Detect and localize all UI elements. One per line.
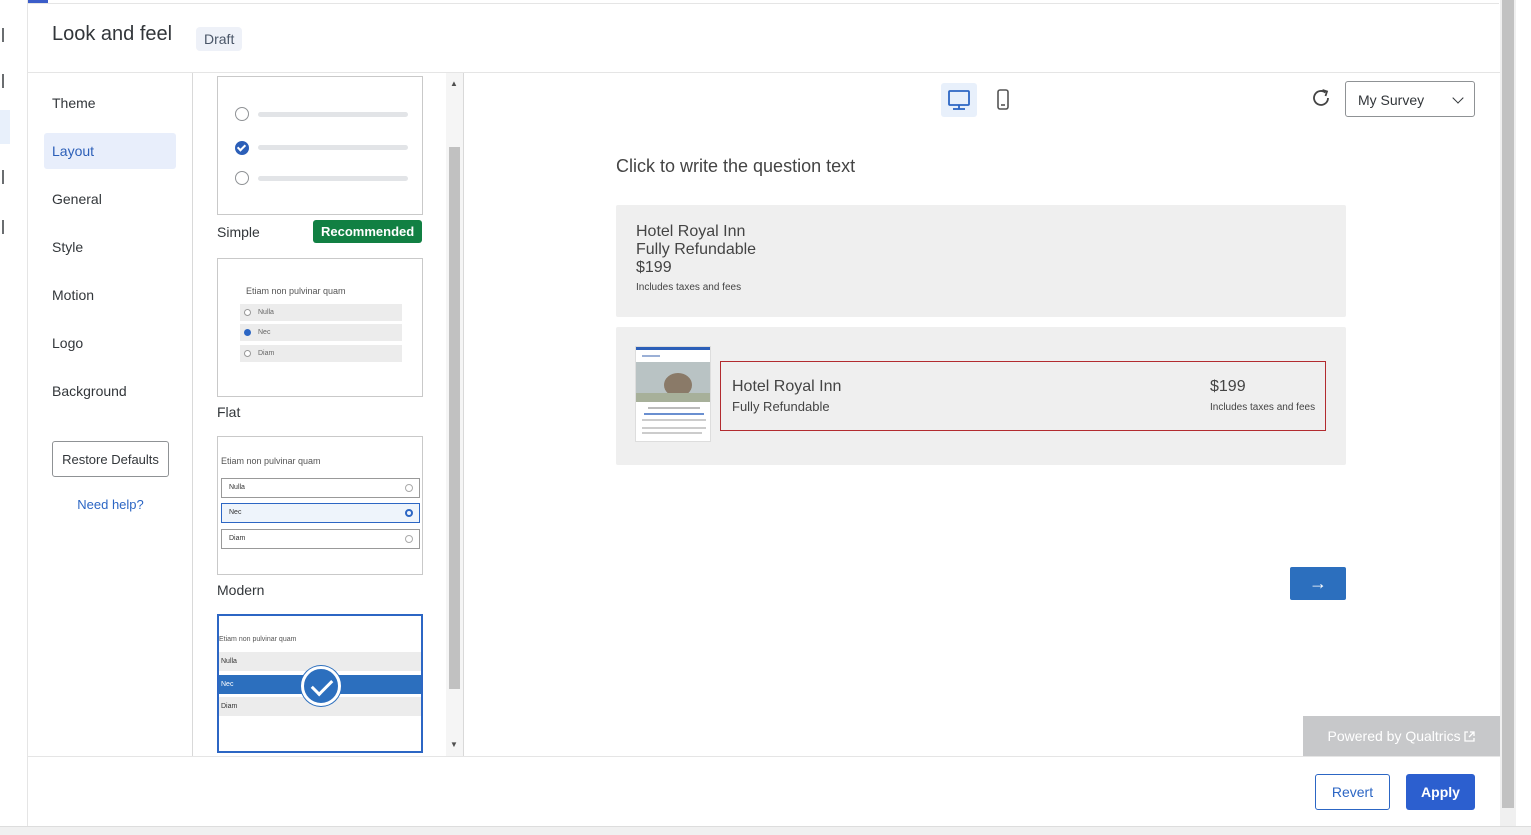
question-text[interactable]: Click to write the question text — [616, 156, 855, 177]
modern-option-label: Diam — [229, 535, 246, 542]
radio-checked-icon — [244, 329, 251, 336]
hotel-summary-box: Hotel Royal Inn Fully Refundable $199 In… — [720, 361, 1326, 431]
need-help-link[interactable]: Need help? — [52, 497, 169, 512]
placeholder-bar — [258, 145, 408, 150]
choices-scrollbar[interactable]: ▲ ▼ — [446, 73, 463, 756]
powered-by-text: Powered by Qualtrics — [1327, 728, 1461, 744]
restore-defaults-button[interactable]: Restore Defaults — [52, 441, 169, 477]
bottom-scrollbar — [0, 826, 1531, 835]
powered-by-link[interactable]: Powered by Qualtrics — [1303, 716, 1500, 756]
selected-check-icon — [301, 666, 341, 706]
radio-icon — [405, 484, 413, 492]
rail-icon-look-and-feel[interactable] — [0, 110, 10, 144]
nav-item-style[interactable]: Style — [44, 229, 176, 265]
layout-label-flat: Flat — [217, 404, 241, 420]
hotel-refund: Fully Refundable — [732, 399, 830, 414]
status-badge: Draft — [196, 27, 243, 51]
placeholder-bar — [258, 112, 408, 117]
answer-option-2[interactable]: Hotel Royal Inn Fully Refundable $199 In… — [616, 327, 1346, 465]
option1-line3: $199 — [636, 259, 672, 276]
page-title: Look and feel — [52, 23, 173, 45]
flat-question: Etiam non pulvinar quam — [246, 286, 346, 296]
option1-line2: Fully Refundable — [636, 241, 757, 258]
modern-option-label: Nulla — [229, 484, 245, 491]
panel-header: Look and feel Draft — [28, 4, 1500, 73]
rail-icon-1[interactable] — [0, 28, 4, 42]
flat-option: Nulla — [240, 304, 402, 321]
flat-option-label: Diam — [258, 350, 275, 357]
nav-item-general[interactable]: General — [44, 181, 176, 217]
survey-preview: My Survey Click to write the question te… — [464, 73, 1500, 756]
layout-label-simple: Simple — [217, 224, 260, 240]
option1-note: Includes taxes and fees — [636, 282, 742, 293]
nav-item-motion[interactable]: Motion — [44, 277, 176, 313]
radio-icon — [244, 309, 251, 316]
scroll-down-icon[interactable]: ▼ — [450, 740, 458, 749]
hotel-name: Hotel Royal Inn — [732, 378, 842, 395]
flat-option-label: Nec — [258, 329, 271, 336]
mobile-view-button[interactable] — [985, 83, 1021, 117]
page-scroll-thumb[interactable] — [1502, 0, 1514, 808]
refresh-icon — [1313, 89, 1329, 106]
nav-item-logo[interactable]: Logo — [44, 325, 176, 361]
nav-item-layout[interactable]: Layout — [44, 133, 176, 169]
survey-select[interactable]: My Survey — [1345, 81, 1475, 117]
option1-line1: Hotel Royal Inn — [636, 223, 746, 240]
mobile-icon — [997, 89, 1009, 110]
refresh-button[interactable] — [1310, 87, 1332, 109]
rail-icon-5[interactable] — [0, 220, 4, 234]
hotel-price: $199 — [1210, 378, 1246, 395]
modern-option-label: Nec — [229, 509, 242, 516]
classic-question: Etiam non pulvinar quam — [219, 636, 297, 643]
answer-option-1[interactable]: Hotel Royal Inn Fully Refundable $199 In… — [616, 205, 1346, 317]
survey-select-value: My Survey — [1358, 92, 1425, 108]
scroll-thumb[interactable] — [449, 147, 460, 689]
radio-icon — [244, 350, 251, 357]
next-button[interactable]: → — [1290, 567, 1346, 600]
chevron-down-icon — [1452, 92, 1464, 104]
modern-option: Diam — [221, 529, 420, 549]
revert-button[interactable]: Revert — [1315, 774, 1390, 810]
rail-icon-2[interactable] — [0, 74, 4, 88]
nav-item-background[interactable]: Background — [44, 373, 176, 409]
modern-option: Nec — [221, 503, 420, 523]
layout-label-modern: Modern — [217, 582, 265, 598]
panel-footer: Revert Apply — [28, 756, 1500, 826]
scroll-up-icon[interactable]: ▲ — [450, 79, 458, 88]
rail-icon-4[interactable] — [0, 170, 4, 184]
layout-choices: Simple Recommended Etiam non pulvinar qu… — [193, 73, 464, 756]
flat-option: Diam — [240, 345, 402, 362]
flat-option: Nec — [240, 324, 402, 341]
hotel-price-note: Includes taxes and fees — [1210, 402, 1316, 413]
flat-option-label: Nulla — [258, 309, 274, 316]
modern-option: Nulla — [221, 478, 420, 498]
hotel-thumbnail-image — [635, 346, 711, 442]
layout-card-flat[interactable]: Etiam non pulvinar quam Nulla Nec Diam — [217, 258, 423, 397]
layout-card-classic-selected[interactable]: Etiam non pulvinar quam Nulla Nec Diam — [217, 614, 423, 753]
radio-checked-icon — [405, 509, 413, 517]
radio-icon — [405, 535, 413, 543]
radio-icon — [235, 171, 249, 185]
layout-card-modern[interactable]: Etiam non pulvinar quam Nulla Nec Diam — [217, 436, 423, 575]
radio-icon — [235, 107, 249, 121]
desktop-icon — [948, 90, 970, 110]
app-rail — [0, 0, 28, 835]
layout-card-simple[interactable] — [217, 76, 423, 215]
radio-checked-icon — [235, 141, 249, 155]
external-link-icon — [1464, 731, 1476, 742]
recommended-badge: Recommended — [313, 220, 423, 243]
modern-question: Etiam non pulvinar quam — [221, 456, 321, 466]
placeholder-bar — [258, 176, 408, 181]
settings-nav: Theme Layout General Style Motion Logo B… — [28, 73, 193, 756]
apply-button[interactable]: Apply — [1406, 774, 1475, 810]
page-scrollbar[interactable] — [1500, 0, 1516, 826]
desktop-view-button[interactable] — [941, 83, 977, 117]
nav-item-theme[interactable]: Theme — [44, 85, 176, 121]
